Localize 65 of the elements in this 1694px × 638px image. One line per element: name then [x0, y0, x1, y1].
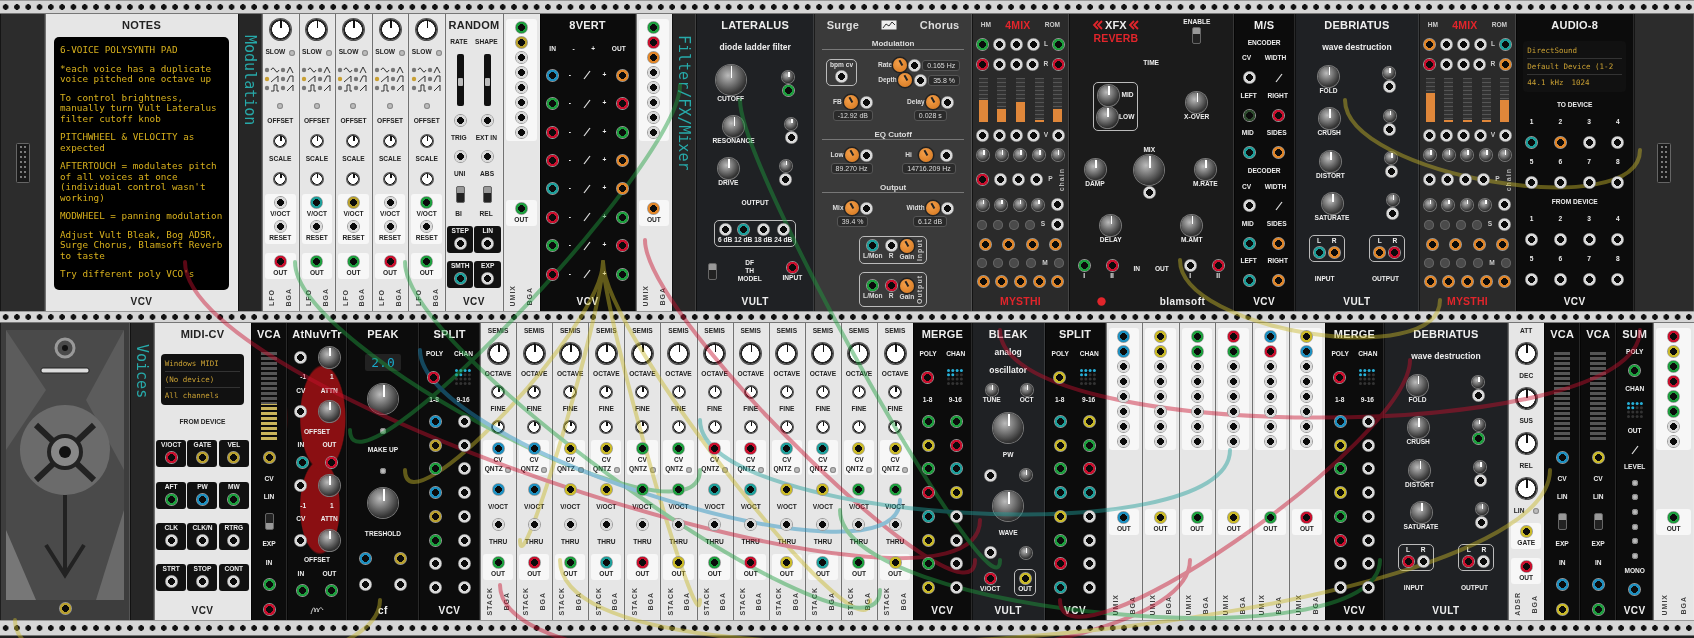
category-label: Filter/FX/Mixer — [675, 35, 694, 171]
module-title: VCA — [1586, 328, 1611, 340]
module-title: XFX — [1104, 19, 1127, 31]
category-label: Modulation — [241, 35, 259, 126]
notes-paragraph: Try different poly VCO's — [60, 269, 196, 280]
module-title: MERGE — [921, 328, 964, 340]
module-title: Chorus — [919, 19, 960, 31]
module-title: MYSTHI — [1446, 294, 1488, 307]
module-subtitle: analog — [994, 347, 1022, 358]
module-title: DEBRIATUS — [1324, 19, 1390, 31]
brand-logo-text: VCV — [130, 296, 153, 307]
module-title: MIDI-CV — [180, 328, 225, 340]
brand-logo-text: VCV — [438, 604, 461, 616]
brand-logo-text: VCV — [576, 296, 599, 307]
notes-paragraph: PITCHWHEEL & VELOCITY as expected — [60, 132, 196, 153]
module-title: 8VERT — [569, 19, 606, 31]
notes-paragraph: AFTERTOUCH = modulates pitch of all voices at once (individual control wasn't working) — [60, 161, 218, 203]
brand-logo-text: VCV — [191, 604, 214, 616]
module-title: AtNuVrTr — [292, 328, 342, 340]
brand-logo-text: VCV — [1563, 295, 1586, 307]
module-title: MERGE — [1333, 328, 1376, 340]
module-title: RANDOM — [448, 19, 500, 31]
brand-logo-text: cf — [378, 604, 388, 616]
brand-logo-text: VULT — [741, 296, 769, 307]
module-title: LATERALUS — [721, 19, 789, 31]
module-subtitle: wave destruction — [1322, 42, 1392, 53]
notes-paragraph: To control brightness, manually turn Vult Lateralus filter cutoff knob — [60, 92, 218, 124]
category-label: Voices — [133, 344, 151, 399]
module-title: NOTES — [122, 19, 161, 31]
module-title: M/S — [1254, 19, 1275, 31]
module-title: MYSTHI — [999, 294, 1041, 307]
segment-display: 2.0 — [365, 353, 401, 371]
notes-paragraph: *each voice has a duplicate voice pitched one octave up — [60, 63, 213, 85]
notes-paragraph: Adjust Vult Bleak, Bog ADSR, Surge Chorus, Blamsoft Reverb to taste — [60, 229, 223, 261]
module-title: VCA — [257, 328, 281, 340]
module-subtitle: wave destruction — [1411, 351, 1481, 362]
brand-logo-text: VCV — [931, 604, 954, 616]
brand-logo-text: VULT — [994, 604, 1022, 616]
module-title: 4MIX — [1452, 19, 1478, 31]
module-title: SUM — [1622, 328, 1648, 340]
brand-logo-text: VCV — [1064, 604, 1087, 616]
module-title: SPLIT — [433, 328, 466, 340]
brand-logo-text: VCV — [1343, 604, 1366, 616]
module-title: PEAK — [367, 328, 399, 340]
module-title: Surge — [826, 19, 859, 31]
brand-logo-text: blamsoft — [1159, 296, 1206, 307]
brand-logo-text: VCV — [1623, 604, 1646, 616]
module-title: REVERB — [1093, 32, 1139, 44]
section-heading: Modulation — [822, 39, 964, 50]
brand-logo-text: VULT — [1343, 295, 1371, 307]
module-title: 4MIX — [1005, 19, 1031, 31]
module-title: SPLIT — [1059, 328, 1092, 340]
module-title: BLEAK — [988, 328, 1028, 340]
notes-paragraph: 6-VOICE POLYSYNTH PAD — [60, 45, 179, 56]
module-subtitle: diode ladder filter — [719, 42, 791, 53]
section-heading: EQ Cutoff — [822, 129, 964, 141]
module-title: DEBRIATUS — [1413, 328, 1479, 340]
brand-logo-text: VCV — [1253, 295, 1276, 307]
notes-paragraph: MODWHEEL = panning modulation — [60, 211, 223, 222]
module-title: AUDIO-8 — [1551, 19, 1598, 31]
brand-logo-text: VULT — [1432, 604, 1460, 616]
brand-logo-text: VCV — [462, 295, 485, 307]
module-title: VCA — [1550, 328, 1575, 340]
section-heading: Output — [822, 182, 964, 194]
module-subtitle: oscillator — [989, 364, 1027, 375]
